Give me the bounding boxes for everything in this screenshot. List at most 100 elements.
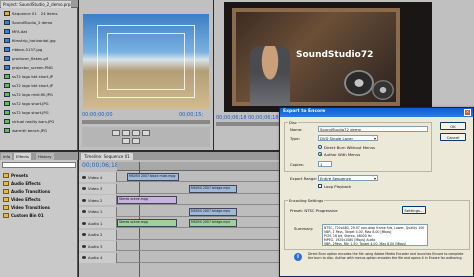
project-item-name: ss72 logo midi.fill.JPG — [12, 91, 53, 97]
project-list-item[interactable]: warmth bench.JPG — [0, 126, 78, 134]
program-video-view[interactable]: SoundStudio72 — [224, 2, 432, 112]
eye-icon[interactable] — [82, 210, 86, 213]
track-name: Audio 4 — [88, 255, 103, 260]
type-label: Type: — [290, 136, 300, 141]
settings-button[interactable]: Settings... — [402, 206, 426, 214]
cancel-button[interactable]: Cancel — [440, 133, 466, 141]
timeline-clip[interactable]: Stereo scene.mpg — [117, 196, 177, 204]
effects-folder[interactable]: Video Effects — [3, 195, 40, 203]
project-item-name: projector_screen.PNG — [12, 64, 53, 70]
project-list-item[interactable]: ss72 logo midi.fill.JPG — [0, 90, 78, 98]
source-transport-controls — [82, 127, 210, 147]
project-item-count: 24 Items — [40, 10, 58, 16]
dialog-titlebar[interactable]: Export to Encore × — [280, 108, 473, 117]
speaker-icon[interactable] — [82, 256, 86, 259]
speaker-icon[interactable] — [82, 233, 86, 236]
project-list-item[interactable]: producer_flakes.gif — [0, 54, 78, 62]
effects-folder[interactable]: Audio Effects — [3, 179, 41, 187]
project-list-item[interactable]: ss72 logo bkt short.JP — [0, 81, 78, 89]
file-icon — [4, 46, 10, 52]
image-file-icon — [4, 118, 10, 124]
summary-text-box: NTSC, 720x480, 29.97 non-drop frame Fps,… — [322, 224, 428, 246]
effects-folder[interactable]: Audio Transitions — [3, 187, 50, 195]
project-list-item[interactable]: Sequence 01 24 Items — [0, 9, 78, 17]
program-image-frame: SoundStudio72 — [232, 8, 400, 106]
file-icon — [4, 64, 10, 70]
tab-effects[interactable]: Effects — [14, 153, 31, 160]
project-item-name: SoundStudio_2 demo — [12, 19, 53, 25]
tab-info[interactable]: Info — [1, 153, 13, 160]
timeline-clip[interactable]: Stereo scene.mpg — [117, 219, 177, 227]
source-scrub-bar[interactable] — [82, 120, 210, 124]
project-item-list: Sequence 01 24 Items SoundStudio_2 demo MFA… — [0, 9, 78, 139]
image-file-icon — [4, 109, 10, 115]
author-with-menus-radio[interactable] — [318, 152, 322, 156]
sequence-icon — [4, 10, 10, 16]
tab-timeline-sequence[interactable]: Timeline: Sequence 01 — [81, 153, 133, 160]
name-input[interactable]: SoundStudio72 demo — [318, 126, 428, 132]
export-range-select[interactable]: Entire Sequence — [318, 175, 378, 181]
step-forward-button[interactable] — [132, 130, 140, 136]
export-range-label: Export Range: — [290, 176, 317, 181]
copies-input[interactable]: 1 — [318, 161, 332, 167]
project-item-name: producer_flakes.gif — [12, 55, 49, 61]
effects-folder[interactable]: Video Transitions — [3, 203, 50, 211]
effects-search-input[interactable] — [2, 162, 76, 168]
loop-button[interactable] — [142, 130, 150, 136]
folder-icon — [3, 188, 9, 194]
step-back-button[interactable] — [112, 130, 120, 136]
project-item-name: ss72 logo bkt short.JP — [12, 82, 53, 88]
ok-button[interactable]: OK — [440, 122, 466, 130]
project-list-item[interactable]: projector_screen.PNG — [0, 63, 78, 71]
direct-burn-radio[interactable] — [318, 145, 322, 149]
summary-label: Summary: — [294, 226, 314, 231]
project-list-item[interactable]: ss72 logo short.JPG — [0, 99, 78, 107]
effects-folder[interactable]: Presets — [3, 171, 28, 179]
type-select[interactable]: DVD Single Layer — [318, 135, 378, 141]
project-list-item[interactable]: filmstrip_horizontal.jpg — [0, 36, 78, 44]
timeline-clip[interactable]: MS050 2007 bridge.mpv — [189, 207, 237, 216]
close-icon[interactable]: × — [464, 109, 471, 116]
eye-icon[interactable] — [82, 198, 86, 202]
program-timecode[interactable]: 00;00;06;18 — [216, 115, 247, 121]
eye-icon[interactable] — [82, 187, 86, 190]
eye-icon[interactable] — [82, 175, 86, 179]
project-item-name: ss72 logo short.JPG — [12, 109, 49, 115]
play-button[interactable] — [122, 130, 130, 136]
direct-burn-label: Direct Burn Without Menus — [324, 145, 376, 150]
effects-tab-bar: Info Effects History — [0, 152, 78, 160]
project-item-name: Sequence 01 — [12, 10, 37, 16]
insert-button[interactable] — [122, 138, 130, 144]
track-name: Video 1 — [88, 209, 103, 214]
source-video-view[interactable] — [83, 14, 209, 109]
tab-project[interactable]: Project: SoundStudio_2_demo.prproj — [1, 1, 71, 8]
source-timecode-in[interactable]: 00;00;00;00 — [82, 112, 113, 118]
project-list-item[interactable]: SoundStudio_2 demo — [0, 18, 78, 26]
timeline-clip[interactable]: MS050 2007 bridge.mpv — [189, 184, 237, 193]
file-icon — [4, 55, 10, 61]
image-file-icon — [4, 100, 10, 106]
image-file-icon — [4, 82, 10, 88]
folder-icon — [3, 196, 9, 202]
project-list-item[interactable]: ss72 logo bkt short.JP — [0, 72, 78, 80]
loop-playback-label: Loop Playback — [324, 184, 352, 189]
author-with-menus-label: Author With Menus — [324, 152, 361, 157]
project-list-item[interactable]: virtual reality bars.JPG — [0, 117, 78, 125]
dialog-title: Export to Encore — [283, 109, 326, 114]
image-file-icon — [4, 91, 10, 97]
effects-folder-label: Audio Transitions — [11, 188, 51, 194]
project-list-item[interactable]: ss72 logo short.JPG — [0, 108, 78, 116]
effects-folder-label: Presets — [11, 172, 29, 178]
tab-history[interactable]: History — [36, 153, 54, 160]
timeline-clip[interactable]: MS050 2007 bridge.mpv — [189, 219, 237, 227]
timeline-clip[interactable]: MS050 2007 black mixe.mpg — [127, 173, 179, 181]
overlay-button[interactable] — [132, 138, 140, 144]
project-list-item[interactable]: ribbon-0137.jpg — [0, 45, 78, 53]
effects-folder[interactable]: Custom Bin 01 — [3, 211, 44, 219]
project-item-name: ss72 logo bkt short.JP — [12, 73, 53, 79]
loop-playback-checkbox[interactable] — [318, 184, 322, 188]
speaker-icon[interactable] — [82, 221, 86, 225]
project-list-item[interactable]: MFA.dat — [0, 27, 78, 35]
speaker-icon[interactable] — [82, 244, 86, 248]
timeline-timecode[interactable]: 00;00;06;18 — [82, 162, 119, 169]
